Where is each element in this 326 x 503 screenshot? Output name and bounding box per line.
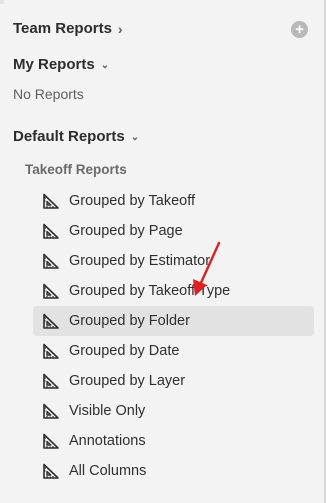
my-reports-empty-text: No Reports	[13, 86, 84, 102]
ruler-triangle-icon	[43, 403, 59, 419]
chevron-right-icon: ›	[117, 20, 123, 37]
report-item-grouped-by-date[interactable]: Grouped by Date	[33, 336, 314, 366]
ruler-triangle-icon	[43, 463, 59, 479]
ruler-triangle-icon	[43, 193, 59, 209]
ruler-triangle-icon	[43, 223, 59, 239]
chevron-down-icon: ⌄	[100, 60, 110, 71]
ruler-triangle-icon	[43, 253, 59, 269]
default-reports-label: Default Reports	[13, 128, 125, 145]
report-item-grouped-by-estimator[interactable]: Grouped by Estimator	[33, 246, 314, 276]
ruler-triangle-icon	[43, 343, 59, 359]
chevron-down-icon: ⌄	[130, 132, 140, 143]
report-item-grouped-by-layer[interactable]: Grouped by Layer	[33, 366, 314, 396]
report-item-label: All Columns	[69, 463, 147, 479]
report-item-label: Grouped by Layer	[69, 373, 186, 389]
ruler-triangle-icon	[43, 373, 59, 389]
report-item-label: Annotations	[69, 433, 146, 449]
report-item-grouped-by-folder[interactable]: Grouped by Folder	[33, 306, 314, 336]
report-item-all-columns[interactable]: All Columns	[33, 456, 314, 486]
report-item-label: Grouped by Folder	[69, 313, 190, 329]
ruler-triangle-icon	[43, 283, 59, 299]
team-reports-label: Team Reports	[13, 20, 112, 37]
report-item-grouped-by-page[interactable]: Grouped by Page	[33, 216, 314, 246]
ruler-triangle-icon	[43, 313, 59, 329]
report-item-label: Grouped by Takeoff Type	[69, 283, 231, 299]
plus-circle-icon[interactable]: +	[291, 21, 308, 38]
report-item-visible-only[interactable]: Visible Only	[33, 396, 314, 426]
report-item-label: Grouped by Takeoff	[69, 193, 196, 209]
default-report-list: Grouped by Takeoff Grouped by Page Group…	[33, 186, 314, 486]
report-item-label: Visible Only	[69, 403, 146, 419]
report-item-grouped-by-takeoff[interactable]: Grouped by Takeoff	[33, 186, 314, 216]
takeoff-reports-group-label: Takeoff Reports	[25, 162, 127, 177]
report-item-label: Grouped by Estimator	[69, 253, 211, 269]
report-item-annotations[interactable]: Annotations	[33, 426, 314, 456]
report-item-grouped-by-takeoff-type[interactable]: Grouped by Takeoff Type	[33, 276, 314, 306]
report-item-label: Grouped by Date	[69, 343, 180, 359]
ruler-triangle-icon	[43, 433, 59, 449]
panel-corner	[0, 0, 4, 4]
team-reports-header[interactable]: Team Reports ›	[13, 20, 123, 37]
my-reports-label: My Reports	[13, 56, 95, 73]
my-reports-header[interactable]: My Reports ⌄	[13, 56, 109, 73]
panel-top-edge	[0, 0, 326, 4]
report-item-label: Grouped by Page	[69, 223, 183, 239]
default-reports-header[interactable]: Default Reports ⌄	[13, 128, 139, 145]
